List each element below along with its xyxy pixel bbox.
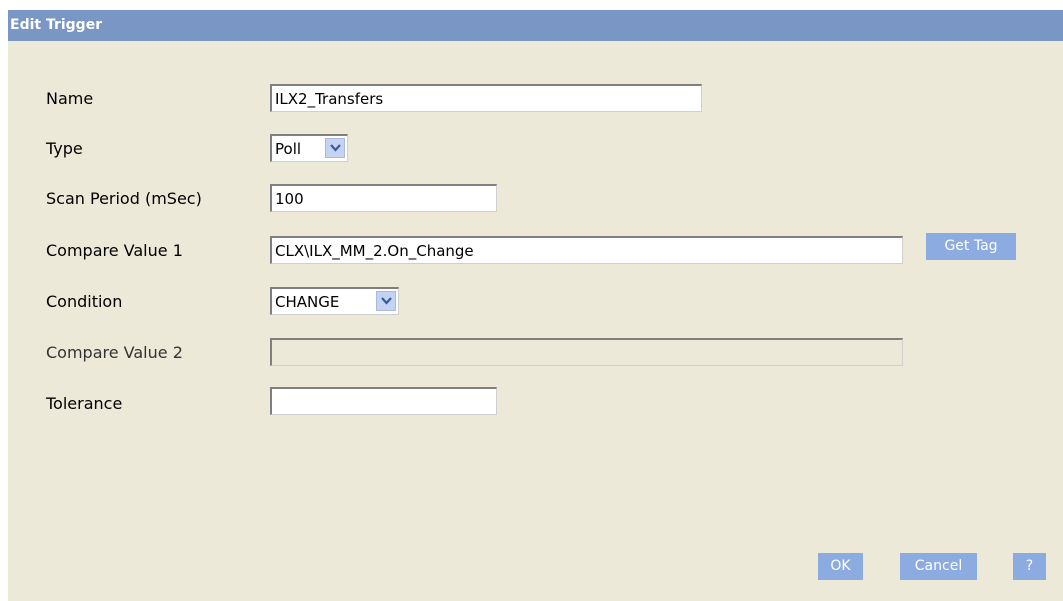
chevron-down-icon[interactable] — [325, 138, 345, 158]
type-select[interactable]: Poll — [270, 134, 348, 162]
condition-select[interactable]: CHANGE — [270, 287, 399, 315]
chevron-down-icon[interactable] — [376, 291, 396, 311]
tolerance-input[interactable] — [270, 387, 497, 415]
condition-selected-value: CHANGE — [275, 293, 340, 311]
compare-value-2-input — [270, 338, 903, 366]
compare-value-1-label: Compare Value 1 — [46, 241, 183, 260]
help-button[interactable]: ? — [1013, 553, 1046, 580]
edit-trigger-dialog: Edit Trigger Name ILX2_Transfers Type Po… — [8, 10, 1063, 601]
dialog-title-bar: Edit Trigger — [8, 10, 1063, 41]
type-selected-value: Poll — [275, 140, 302, 158]
type-label: Type — [46, 139, 83, 158]
compare-value-1-input[interactable]: CLX\ILX_MM_2.On_Change — [270, 236, 903, 264]
name-label: Name — [46, 89, 94, 108]
name-input[interactable]: ILX2_Transfers — [270, 84, 702, 112]
ok-button[interactable]: OK — [818, 553, 863, 580]
get-tag-button[interactable]: Get Tag — [926, 233, 1016, 260]
scan-period-input[interactable]: 100 — [270, 184, 497, 212]
compare-value-2-label: Compare Value 2 — [46, 343, 183, 362]
scan-period-label: Scan Period (mSec) — [46, 189, 202, 208]
tolerance-label: Tolerance — [46, 394, 123, 413]
cancel-button[interactable]: Cancel — [900, 553, 977, 580]
dialog-title: Edit Trigger — [10, 17, 103, 33]
condition-label: Condition — [46, 292, 123, 311]
